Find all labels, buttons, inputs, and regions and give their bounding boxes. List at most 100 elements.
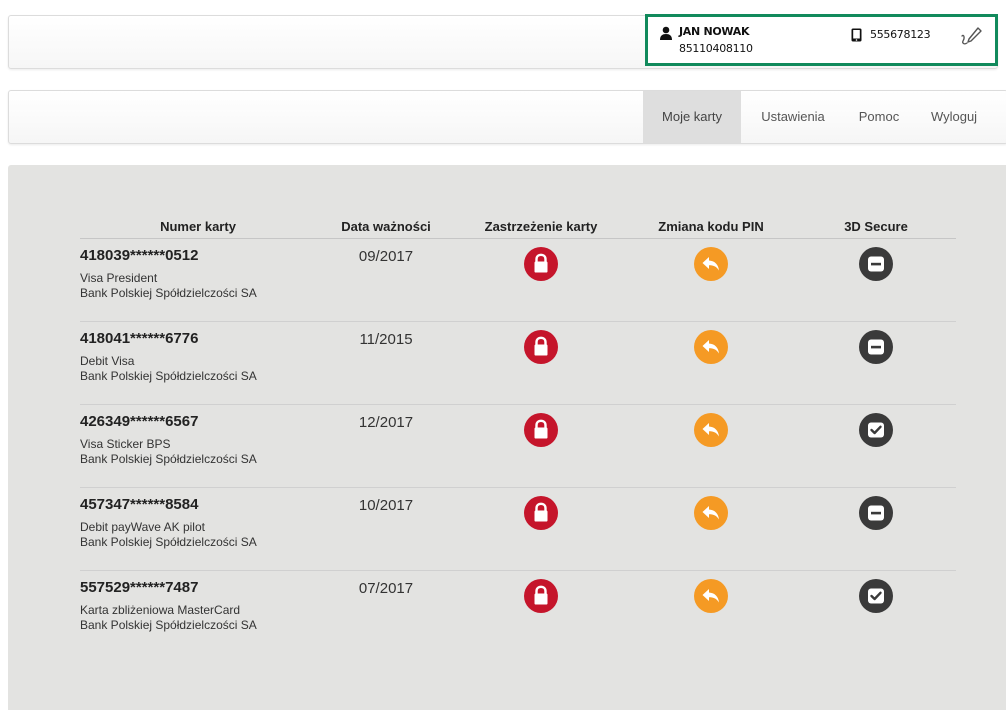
- table-row: 457347******8584 Debit payWave AK pilot …: [80, 487, 956, 571]
- change-pin-cell: [626, 570, 796, 653]
- card-expiry-cell: 07/2017: [316, 570, 456, 653]
- cards-panel: Numer karty Data ważności Zastrzeżenie k…: [8, 165, 1006, 710]
- change-pin-cell: [626, 487, 796, 571]
- nav-item-pomoc[interactable]: Pomoc: [847, 91, 911, 143]
- nav-item-wyloguj[interactable]: Wyloguj: [919, 91, 989, 143]
- cards-table: Numer karty Data ważności Zastrzeżenie k…: [80, 214, 956, 653]
- card-expiry-date: 09/2017: [358, 247, 414, 265]
- block-card-cell: [456, 321, 626, 405]
- block-card-cell: [456, 404, 626, 488]
- card-expiry-date: 12/2017: [358, 413, 414, 431]
- edit-signature-icon[interactable]: [959, 24, 985, 50]
- check-box-icon: [868, 588, 884, 603]
- phone-number: 555678123: [870, 28, 931, 41]
- change-pin-button[interactable]: [694, 495, 728, 530]
- card-expiry-cell: 09/2017: [316, 238, 456, 322]
- check-box-icon: [868, 422, 884, 437]
- block-card-cell: [456, 487, 626, 571]
- card-bank-name: Bank Polskiej Spółdzielczości SA: [80, 368, 257, 383]
- card-info-cell: 426349******6567 Visa Sticker BPS Bank P…: [80, 404, 316, 488]
- card-product-name: Visa President: [80, 270, 158, 285]
- user-info-box: JAN NOWAK 85110408110 555678123: [645, 14, 998, 66]
- secure3d-cell: [796, 238, 956, 322]
- change-pin-button[interactable]: [694, 578, 728, 613]
- user-id-number: 85110408110: [679, 42, 753, 55]
- padlock-icon: [534, 336, 548, 355]
- block-card-cell: [456, 238, 626, 322]
- minus-box-icon: [868, 505, 884, 520]
- change-pin-cell: [626, 404, 796, 488]
- minus-box-icon: [868, 256, 884, 271]
- padlock-icon: [534, 502, 548, 521]
- card-number: 426349******6567: [80, 412, 199, 430]
- card-number: 418041******6776: [80, 329, 199, 347]
- block-card-button[interactable]: [524, 412, 558, 447]
- change-pin-cell: [626, 321, 796, 405]
- padlock-icon: [534, 419, 548, 438]
- user-name: JAN NOWAK: [679, 25, 750, 38]
- change-pin-cell: [626, 238, 796, 322]
- block-card-button[interactable]: [524, 578, 558, 613]
- main-nav: Moje karty Ustawienia Pomoc Wyloguj: [8, 90, 1006, 144]
- reply-arrow-icon: [702, 339, 719, 353]
- card-bank-name: Bank Polskiej Spółdzielczości SA: [80, 285, 257, 300]
- card-product-name: Debit Visa: [80, 353, 135, 368]
- card-info-cell: 457347******8584 Debit payWave AK pilot …: [80, 487, 316, 571]
- reply-arrow-icon: [702, 505, 719, 519]
- secure3d-cell: [796, 487, 956, 571]
- header-3d-secure: 3D Secure: [796, 214, 956, 239]
- card-expiry-cell: 12/2017: [316, 404, 456, 488]
- block-card-button[interactable]: [524, 495, 558, 530]
- card-number: 418039******0512: [80, 246, 199, 264]
- card-expiry-cell: 11/2015: [316, 321, 456, 405]
- padlock-icon: [534, 253, 548, 272]
- secure3d-toggle-button[interactable]: [859, 495, 893, 530]
- nav-item-ustawienia[interactable]: Ustawienia: [749, 91, 837, 143]
- minus-box-icon: [868, 339, 884, 354]
- secure3d-cell: [796, 570, 956, 653]
- card-expiry-date: 07/2017: [358, 579, 414, 597]
- card-bank-name: Bank Polskiej Spółdzielczości SA: [80, 451, 257, 466]
- header-card-number: Numer karty: [80, 214, 316, 239]
- table-row: 418039******0512 Visa President Bank Pol…: [80, 238, 956, 322]
- reply-arrow-icon: [702, 256, 719, 270]
- table-row: 557529******7487 Karta zbliżeniowa Maste…: [80, 570, 956, 653]
- header-expiry-date: Data ważności: [316, 214, 456, 239]
- secure3d-cell: [796, 321, 956, 405]
- card-number: 457347******8584: [80, 495, 199, 513]
- padlock-icon: [534, 585, 548, 604]
- block-card-cell: [456, 570, 626, 653]
- card-bank-name: Bank Polskiej Spółdzielczości SA: [80, 617, 257, 632]
- block-card-button[interactable]: [524, 329, 558, 364]
- header-block-card: Zastrzeżenie karty: [456, 214, 626, 239]
- phone-icon: [851, 28, 862, 42]
- card-info-cell: 557529******7487 Karta zbliżeniowa Maste…: [80, 570, 316, 653]
- table-row: 426349******6567 Visa Sticker BPS Bank P…: [80, 404, 956, 488]
- nav-item-moje-karty[interactable]: Moje karty: [643, 91, 741, 143]
- card-info-cell: 418039******0512 Visa President Bank Pol…: [80, 238, 316, 322]
- reply-arrow-icon: [702, 588, 719, 602]
- card-product-name: Debit payWave AK pilot: [80, 519, 205, 534]
- secure3d-toggle-button[interactable]: [859, 329, 893, 364]
- secure3d-cell: [796, 404, 956, 488]
- card-product-name: Karta zbliżeniowa MasterCard: [80, 602, 241, 617]
- secure3d-toggle-button[interactable]: [859, 578, 893, 613]
- card-bank-name: Bank Polskiej Spółdzielczości SA: [80, 534, 257, 549]
- secure3d-toggle-button[interactable]: [859, 246, 893, 281]
- header-change-pin: Zmiana kodu PIN: [626, 214, 796, 239]
- card-product-name: Visa Sticker BPS: [80, 436, 171, 451]
- change-pin-button[interactable]: [694, 412, 728, 447]
- secure3d-toggle-button[interactable]: [859, 412, 893, 447]
- change-pin-button[interactable]: [694, 329, 728, 364]
- reply-arrow-icon: [702, 422, 719, 436]
- user-icon: [660, 26, 672, 40]
- block-card-button[interactable]: [524, 246, 558, 281]
- card-info-cell: 418041******6776 Debit Visa Bank Polskie…: [80, 321, 316, 405]
- table-row: 418041******6776 Debit Visa Bank Polskie…: [80, 321, 956, 405]
- change-pin-button[interactable]: [694, 246, 728, 281]
- card-expiry-date: 11/2015: [359, 330, 413, 348]
- card-expiry-date: 10/2017: [358, 496, 414, 514]
- card-number: 557529******7487: [80, 578, 199, 596]
- table-header-row: Numer karty Data ważności Zastrzeżenie k…: [80, 214, 956, 239]
- card-expiry-cell: 10/2017: [316, 487, 456, 571]
